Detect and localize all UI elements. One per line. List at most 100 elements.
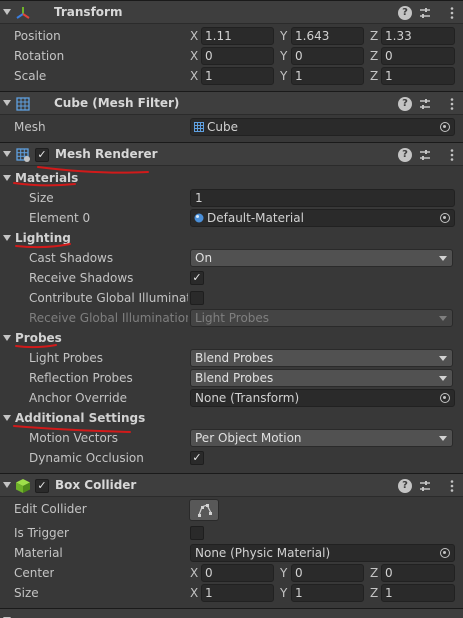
element0-row: Element 0 Default-Material — [0, 208, 463, 228]
axis-y-label[interactable]: Y — [280, 49, 287, 63]
position-x-field[interactable]: 1.11 — [201, 27, 274, 45]
context-menu-icon[interactable] — [445, 97, 459, 111]
center-y-field[interactable]: 0 — [291, 564, 364, 582]
center-label: Center — [14, 566, 55, 580]
position-y-field[interactable]: 1.643 — [291, 27, 364, 45]
foldout-arrow-icon[interactable] — [3, 335, 11, 341]
mesh-renderer-icon — [16, 148, 30, 162]
box-collider-enabled-checkbox[interactable]: ✓ — [35, 479, 49, 493]
probes-foldout[interactable]: Probes — [0, 328, 463, 348]
scale-z-field[interactable]: 1 — [381, 67, 455, 85]
presets-icon[interactable] — [418, 479, 432, 493]
box-collider-header[interactable]: ✓ Box Collider ? — [0, 473, 463, 497]
foldout-arrow-icon[interactable] — [3, 175, 11, 181]
axis-z-label[interactable]: Z — [370, 49, 378, 63]
mesh-renderer-enabled-checkbox[interactable]: ✓ — [35, 148, 49, 162]
presets-icon[interactable] — [418, 148, 432, 162]
materials-size-field[interactable]: 1 — [190, 189, 455, 207]
edit-collider-button[interactable] — [189, 499, 219, 521]
edit-collider-label: Edit Collider — [14, 502, 87, 516]
foldout-arrow-icon[interactable] — [3, 100, 11, 106]
axis-x-label[interactable]: X — [190, 69, 198, 83]
additional-settings-foldout[interactable]: Additional Settings — [0, 408, 463, 428]
axis-y-label[interactable]: Y — [280, 586, 287, 600]
materials-foldout[interactable]: Materials — [0, 168, 463, 188]
center-z-field[interactable]: 0 — [381, 564, 455, 582]
size-x-field[interactable]: 1 — [201, 584, 274, 602]
size-y-field[interactable]: 1 — [291, 584, 364, 602]
materials-section-label[interactable]: Materials — [15, 171, 78, 185]
receive-shadows-label: Receive Shadows — [29, 271, 134, 285]
receive-shadows-checkbox[interactable]: ✓ — [190, 271, 204, 285]
reflection-probes-dropdown[interactable]: Blend Probes — [190, 369, 453, 387]
axis-y-label[interactable]: Y — [280, 566, 287, 580]
object-picker-icon[interactable] — [440, 122, 450, 132]
next-component-header[interactable] — [0, 608, 463, 618]
light-probes-dropdown[interactable]: Blend Probes — [190, 349, 453, 367]
object-picker-icon[interactable] — [440, 213, 450, 223]
foldout-arrow-icon[interactable] — [3, 151, 11, 157]
dynamic-occlusion-checkbox[interactable]: ✓ — [190, 451, 204, 465]
axis-y-label[interactable]: Y — [280, 69, 287, 83]
rotation-y-field[interactable]: 0 — [291, 47, 364, 65]
motion-vectors-label: Motion Vectors — [29, 431, 118, 445]
axis-x-label[interactable]: X — [190, 586, 198, 600]
motion-vectors-value: Per Object Motion — [195, 431, 302, 445]
context-menu-icon[interactable] — [445, 148, 459, 162]
lighting-foldout[interactable]: Lighting — [0, 228, 463, 248]
help-icon[interactable]: ? — [398, 148, 412, 162]
reflection-probes-label: Reflection Probes — [29, 371, 133, 385]
foldout-arrow-icon[interactable] — [3, 415, 11, 421]
transform-header[interactable]: Transform ? — [0, 0, 463, 24]
help-icon[interactable]: ? — [398, 479, 412, 493]
foldout-arrow-icon[interactable] — [3, 482, 11, 488]
mesh-filter-header[interactable]: Cube (Mesh Filter) ? — [0, 91, 463, 115]
size-z-field[interactable]: 1 — [381, 584, 455, 602]
mesh-row: Mesh Cube — [0, 117, 463, 137]
presets-icon[interactable] — [418, 97, 432, 111]
context-menu-icon[interactable] — [445, 6, 459, 20]
cast-shadows-label: Cast Shadows — [29, 251, 114, 265]
help-icon[interactable]: ? — [398, 97, 412, 111]
scale-x-field[interactable]: 1 — [201, 67, 274, 85]
mesh-object-field[interactable]: Cube — [190, 118, 455, 136]
foldout-arrow-icon[interactable] — [3, 235, 11, 241]
foldout-arrow-icon[interactable] — [3, 9, 11, 15]
is-trigger-checkbox[interactable] — [190, 526, 204, 540]
contribute-gi-label: Contribute Global Illuminatio — [29, 291, 188, 305]
probes-section-label[interactable]: Probes — [15, 331, 62, 345]
axis-x-label[interactable]: X — [190, 49, 198, 63]
axis-x-label[interactable]: X — [190, 566, 198, 580]
axis-z-label[interactable]: Z — [370, 566, 378, 580]
position-row: Position X 1.11 Y 1.643 Z 1.33 — [0, 26, 463, 46]
presets-icon[interactable] — [418, 6, 432, 20]
scale-row: Scale X 1 Y 1 Z 1 — [0, 66, 463, 86]
additional-settings-section-label[interactable]: Additional Settings — [15, 411, 145, 425]
material-object-field[interactable]: Default-Material — [190, 209, 455, 227]
receive-gi-dropdown: Light Probes — [190, 309, 453, 327]
dropdown-arrow-icon — [439, 376, 447, 381]
axis-x-label[interactable]: X — [190, 29, 198, 43]
rotation-x-field[interactable]: 0 — [201, 47, 274, 65]
physic-material-object-field[interactable]: None (Physic Material) — [190, 544, 455, 562]
transform-axes-icon — [16, 7, 30, 19]
anchor-override-object-field[interactable]: None (Transform) — [190, 389, 455, 407]
mesh-renderer-header[interactable]: ✓ Mesh Renderer ? — [0, 142, 463, 166]
scale-y-field[interactable]: 1 — [291, 67, 364, 85]
object-picker-icon[interactable] — [440, 548, 450, 558]
axis-z-label[interactable]: Z — [370, 586, 378, 600]
axis-z-label[interactable]: Z — [370, 69, 378, 83]
center-x-field[interactable]: 0 — [201, 564, 274, 582]
contribute-gi-checkbox[interactable] — [190, 291, 204, 305]
axis-y-label[interactable]: Y — [280, 29, 287, 43]
context-menu-icon[interactable] — [445, 479, 459, 493]
object-picker-icon[interactable] — [440, 393, 450, 403]
axis-z-label[interactable]: Z — [370, 29, 378, 43]
position-z-field[interactable]: 1.33 — [381, 27, 455, 45]
lighting-section-label[interactable]: Lighting — [15, 231, 71, 245]
cast-shadows-dropdown[interactable]: On — [190, 249, 453, 267]
help-icon[interactable]: ? — [398, 6, 412, 20]
motion-vectors-dropdown[interactable]: Per Object Motion — [190, 429, 453, 447]
rotation-z-field[interactable]: 0 — [381, 47, 455, 65]
box-collider-icon — [16, 479, 30, 493]
